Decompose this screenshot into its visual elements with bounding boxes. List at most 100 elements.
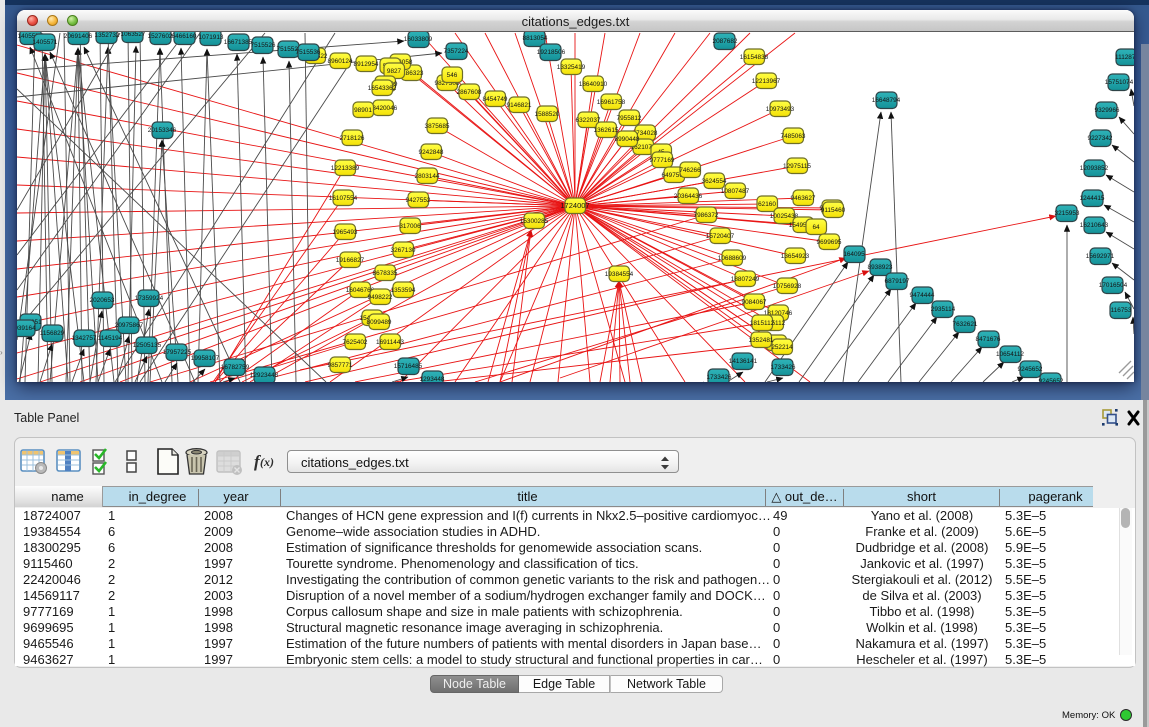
svg-text:1724007: 1724007 [560, 201, 589, 210]
svg-text:15751074: 15751074 [1105, 79, 1134, 86]
svg-text:7515536: 7515536 [296, 49, 321, 56]
svg-text:9115460: 9115460 [821, 207, 846, 214]
svg-text:16154838: 16154838 [740, 54, 769, 61]
svg-text:1112876: 1112876 [1115, 54, 1134, 61]
svg-text:9084067: 9084067 [742, 299, 767, 306]
svg-text:2803144: 2803144 [415, 173, 440, 180]
svg-text:15300285: 15300285 [520, 218, 549, 225]
svg-text:9699695: 9699695 [817, 239, 842, 246]
svg-text:9427552: 9427552 [406, 197, 431, 204]
svg-text:8960124: 8960124 [328, 58, 353, 65]
svg-text:16671385: 16671385 [224, 39, 253, 46]
svg-text:6466160: 6466160 [172, 33, 197, 40]
svg-text:7515526: 7515526 [251, 42, 276, 49]
svg-text:10973493: 10973493 [766, 106, 795, 113]
svg-text:12975115: 12975115 [783, 163, 811, 170]
svg-text:7357224: 7357224 [444, 48, 469, 55]
svg-text:7632621: 7632621 [953, 321, 978, 328]
svg-text:20153346: 20153346 [148, 127, 177, 134]
svg-text:9227342: 9227342 [1088, 135, 1113, 142]
svg-text:10654112: 10654112 [996, 351, 1024, 358]
svg-text:939164: 939164 [17, 325, 36, 332]
svg-text:20364436: 20364436 [674, 193, 703, 200]
svg-text:16033809: 16033809 [404, 36, 433, 43]
svg-text:10807487: 10807487 [721, 188, 750, 195]
svg-text:1145194: 1145194 [98, 335, 123, 342]
svg-text:17016504: 17016504 [1099, 282, 1128, 289]
svg-text:2718126: 2718126 [340, 135, 365, 142]
svg-text:9329966: 9329966 [1095, 107, 1120, 114]
svg-text:15716485: 15716485 [394, 363, 423, 370]
svg-text:9498222: 9498222 [368, 294, 393, 301]
svg-text:317006: 317006 [399, 223, 421, 230]
svg-text:17359924: 17359924 [135, 295, 164, 302]
svg-text:2087682: 2087682 [713, 38, 738, 45]
svg-text:9777169: 9777169 [650, 157, 675, 164]
svg-text:64: 64 [812, 224, 820, 231]
svg-text:16648794: 16648794 [872, 97, 901, 104]
svg-text:20691406: 20691406 [64, 33, 93, 40]
svg-text:15720407: 15720407 [706, 233, 735, 240]
svg-text:164095: 164095 [843, 251, 865, 258]
svg-text:546: 546 [447, 72, 458, 79]
svg-text:18807249: 18807249 [731, 276, 760, 283]
svg-text:1733426: 1733426 [771, 364, 796, 371]
svg-text:19166827: 19166827 [336, 257, 365, 264]
svg-text:9242848: 9242848 [419, 149, 444, 156]
svg-text:1588520: 1588520 [535, 111, 560, 118]
svg-text:7986372: 7986372 [694, 212, 719, 219]
svg-text:1405571: 1405571 [33, 39, 58, 46]
svg-text:12093852: 12093852 [1080, 165, 1109, 172]
svg-text:1733426: 1733426 [707, 374, 732, 381]
svg-text:1156829: 1156829 [40, 330, 65, 337]
svg-text:19384554: 19384554 [605, 271, 634, 278]
svg-text:1071913: 1071913 [199, 34, 224, 41]
svg-text:18640910: 18640910 [579, 81, 608, 88]
svg-text:13654923: 13654923 [781, 253, 810, 260]
svg-text:19958107: 19958107 [191, 355, 220, 362]
svg-text:9245652: 9245652 [1039, 378, 1064, 382]
svg-text:3875685: 3875685 [425, 123, 450, 130]
svg-text:1815112: 1815112 [750, 320, 775, 327]
svg-text:116753: 116753 [1111, 307, 1132, 314]
svg-text:12505135: 12505135 [133, 342, 162, 349]
svg-text:16911443: 16911443 [376, 339, 404, 346]
svg-text:3624554: 3624554 [702, 178, 727, 185]
svg-text:9474444: 9474444 [910, 292, 935, 299]
svg-text:12923448: 12923448 [250, 372, 279, 379]
svg-text:3215953: 3215953 [1055, 210, 1080, 217]
svg-text:3267130: 3267130 [391, 247, 416, 254]
svg-text:8813054: 8813054 [523, 35, 548, 42]
svg-text:6879197: 6879197 [885, 278, 910, 285]
svg-text:16543362: 16543362 [368, 85, 397, 92]
svg-text:8990448: 8990448 [615, 136, 640, 143]
svg-text:1965493: 1965493 [333, 229, 358, 236]
svg-text:12213389: 12213389 [331, 165, 360, 172]
svg-text:1352481: 1352481 [749, 337, 774, 344]
svg-text:8912954: 8912954 [354, 61, 379, 68]
svg-text:20975867: 20975867 [115, 322, 144, 329]
svg-text:1063527: 1063527 [121, 32, 146, 38]
svg-text:8471676: 8471676 [976, 336, 1001, 343]
svg-text:7485063: 7485063 [781, 133, 806, 140]
svg-text:1244415: 1244415 [1080, 195, 1105, 202]
svg-text:15692971: 15692971 [1086, 253, 1115, 260]
svg-text:9463627: 9463627 [791, 195, 816, 202]
svg-text:1342757: 1342757 [72, 335, 97, 342]
svg-text:98901: 98901 [354, 107, 372, 114]
svg-text:19218506: 19218506 [537, 49, 566, 56]
svg-text:10688609: 10688609 [718, 255, 747, 262]
svg-text:16782759: 16782759 [221, 364, 250, 371]
svg-text:8678335: 8678335 [373, 270, 398, 277]
svg-text:13325419: 13325419 [557, 64, 586, 71]
svg-text:1362615: 1362615 [594, 127, 619, 134]
svg-text:7625402: 7625402 [343, 339, 368, 346]
svg-text:16107554: 16107554 [329, 195, 358, 202]
svg-text:746266: 746266 [679, 167, 701, 174]
svg-text:2935114: 2935114 [931, 306, 956, 313]
svg-text:62160: 62160 [758, 201, 776, 208]
svg-text:(x): (x) [260, 455, 274, 469]
svg-text:9146821: 9146821 [507, 102, 532, 109]
svg-text:1352732: 1352732 [95, 32, 120, 39]
svg-text:1527602: 1527602 [148, 33, 173, 40]
